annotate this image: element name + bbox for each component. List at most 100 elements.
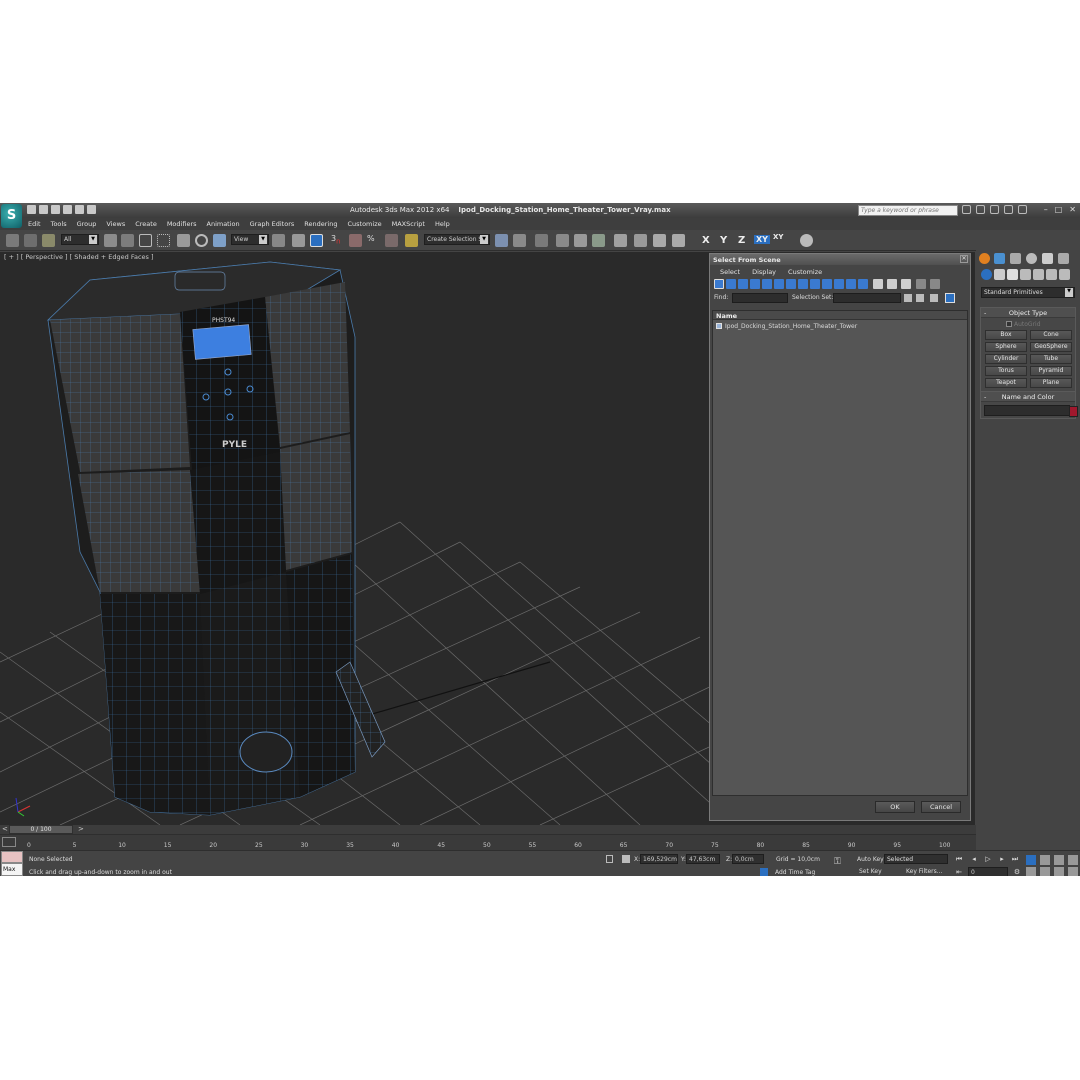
modify-tab-icon[interactable]	[994, 253, 1005, 264]
select-invert-icon[interactable]	[945, 293, 955, 303]
snaps-toggle-icon[interactable]: 3n	[331, 234, 344, 247]
play-icon[interactable]: ▷	[983, 854, 993, 864]
dialog-close-icon[interactable]: ✕	[960, 255, 968, 263]
key-mode-toggle-icon[interactable]: ⇤	[954, 867, 964, 876]
name-and-color-header[interactable]: Name and Color	[981, 392, 1075, 402]
display-cameras-icon[interactable]	[750, 279, 760, 289]
primitive-category-dropdown[interactable]: Standard Primitives	[981, 287, 1075, 298]
plane-button[interactable]: Plane	[1030, 378, 1072, 388]
dialog-menu-customize[interactable]: Customize	[788, 268, 822, 277]
pivot-center-icon[interactable]	[272, 234, 285, 247]
open-file-icon[interactable]	[39, 205, 48, 214]
search-input[interactable]: Type a keyword or phrase	[858, 205, 958, 216]
menu-group[interactable]: Group	[77, 220, 97, 228]
selection-set-dropdown[interactable]	[833, 293, 901, 303]
current-frame-field[interactable]: 0	[968, 867, 1008, 876]
shapes-category-icon[interactable]	[994, 269, 1005, 280]
cancel-button[interactable]: Cancel	[921, 801, 961, 813]
sync-selection-icon[interactable]	[901, 279, 911, 289]
z-coord-field[interactable]: 0,0cm	[732, 854, 764, 864]
select-and-link-icon[interactable]	[6, 234, 19, 247]
close-icon[interactable]: ✕	[1069, 205, 1076, 214]
y-coord-field[interactable]: 47,63cm	[686, 854, 720, 864]
dialog-title-bar[interactable]: Select From Scene ✕	[710, 254, 970, 265]
select-all-icon[interactable]	[916, 294, 924, 302]
display-all-icon[interactable]	[858, 279, 868, 289]
curve-editor-icon[interactable]	[574, 234, 587, 247]
pyramid-button[interactable]: Pyramid	[1030, 366, 1072, 376]
object-color-swatch[interactable]	[1069, 406, 1078, 417]
next-key-icon[interactable]: ▸	[997, 854, 1007, 864]
zoom-extents-icon[interactable]	[1054, 855, 1064, 865]
schematic-view-icon[interactable]	[592, 234, 605, 247]
undo-icon[interactable]	[63, 205, 72, 214]
manipulate-icon[interactable]	[292, 234, 305, 247]
orbit-icon[interactable]	[1054, 867, 1064, 876]
axis-plane-cycle-button[interactable]: XY	[773, 233, 783, 241]
pan-view-icon[interactable]	[1040, 867, 1050, 876]
auto-key-button[interactable]: Auto Key	[857, 856, 884, 863]
space-warps-category-icon[interactable]	[1046, 269, 1057, 280]
set-key-button[interactable]: Set Key	[859, 868, 882, 875]
scene-object-list[interactable]: Name Ipod_Docking_Station_Home_Theater_T…	[712, 310, 968, 796]
cameras-category-icon[interactable]	[1020, 269, 1031, 280]
spinner-snap-icon[interactable]	[385, 234, 398, 247]
key-filters-button[interactable]: Key Filters...	[906, 868, 943, 875]
maximize-icon[interactable]: □	[1055, 205, 1063, 214]
geometry-category-icon[interactable]	[981, 269, 992, 280]
lights-category-icon[interactable]	[1007, 269, 1018, 280]
binoculars-icon[interactable]	[962, 205, 971, 214]
render-production-icon[interactable]	[672, 234, 685, 247]
time-slider[interactable]: 0 / 100	[9, 825, 73, 834]
maxscript-input[interactable]: Max	[1, 863, 23, 876]
select-none-icon[interactable]	[930, 294, 938, 302]
go-to-start-icon[interactable]: ⏮	[954, 854, 964, 864]
display-frozen-icon[interactable]	[834, 279, 844, 289]
axis-z-button[interactable]: Z	[738, 235, 745, 246]
edit-named-selection-icon[interactable]	[405, 234, 418, 247]
menu-views[interactable]: Views	[106, 220, 125, 228]
axis-y-button[interactable]: Y	[720, 235, 727, 246]
reference-coordinate-dropdown[interactable]: View	[231, 234, 269, 245]
rectangular-selection-icon[interactable]	[139, 234, 152, 247]
track-bar[interactable]: 0 5 10 15 20 25 30 35 40 45 50 55 60 65 70 75 80 85 90 95 10…	[0, 834, 976, 850]
material-editor-icon[interactable]	[614, 234, 627, 247]
named-selection-dropdown[interactable]: Create Selection Se	[424, 234, 490, 245]
subscription-icon[interactable]	[976, 205, 985, 214]
go-to-end-icon[interactable]: ⏭	[1010, 854, 1020, 864]
field-of-view-icon[interactable]	[1026, 867, 1036, 876]
key-icon[interactable]: ⚿	[834, 857, 841, 867]
selection-filter-dropdown[interactable]: All	[61, 234, 99, 245]
systems-category-icon[interactable]	[1059, 269, 1070, 280]
display-none-icon[interactable]	[873, 279, 883, 289]
display-lights-icon[interactable]	[738, 279, 748, 289]
scale-icon[interactable]	[213, 234, 226, 247]
window-crossing-icon[interactable]	[157, 234, 170, 247]
menu-maxscript[interactable]: MAXScript	[392, 220, 425, 228]
display-xrefs-icon[interactable]	[798, 279, 808, 289]
keyboard-shortcut-override-icon[interactable]	[310, 234, 323, 247]
list-header-name[interactable]: Name	[713, 311, 967, 320]
menu-rendering[interactable]: Rendering	[304, 220, 337, 228]
teapot-render-icon[interactable]	[800, 234, 813, 247]
zoom-all-icon[interactable]	[1040, 855, 1050, 865]
app-menu-button[interactable]: S	[1, 204, 22, 228]
motion-tab-icon[interactable]	[1026, 253, 1037, 264]
add-time-tag-button[interactable]: Add Time Tag	[775, 869, 815, 876]
favorites-star-icon[interactable]	[1004, 205, 1013, 214]
time-slider-track[interactable]: < 0 / 100 >	[0, 825, 976, 834]
zoom-extents-all-icon[interactable]	[1068, 855, 1078, 865]
display-bones-icon[interactable]	[810, 279, 820, 289]
cone-button[interactable]: Cone	[1030, 330, 1072, 340]
absolute-mode-icon[interactable]	[622, 855, 630, 863]
display-geometry-icon[interactable]	[714, 279, 724, 289]
ok-button[interactable]: OK	[875, 801, 915, 813]
maximize-viewport-icon[interactable]	[1068, 867, 1078, 876]
utilities-tab-icon[interactable]	[1058, 253, 1069, 264]
rendered-frame-window-icon[interactable]	[653, 234, 666, 247]
teapot-button[interactable]: Teapot	[985, 378, 1027, 388]
menu-customize[interactable]: Customize	[347, 220, 381, 228]
redo-icon[interactable]	[75, 205, 84, 214]
menu-edit[interactable]: Edit	[28, 220, 41, 228]
communication-icon[interactable]	[990, 205, 999, 214]
